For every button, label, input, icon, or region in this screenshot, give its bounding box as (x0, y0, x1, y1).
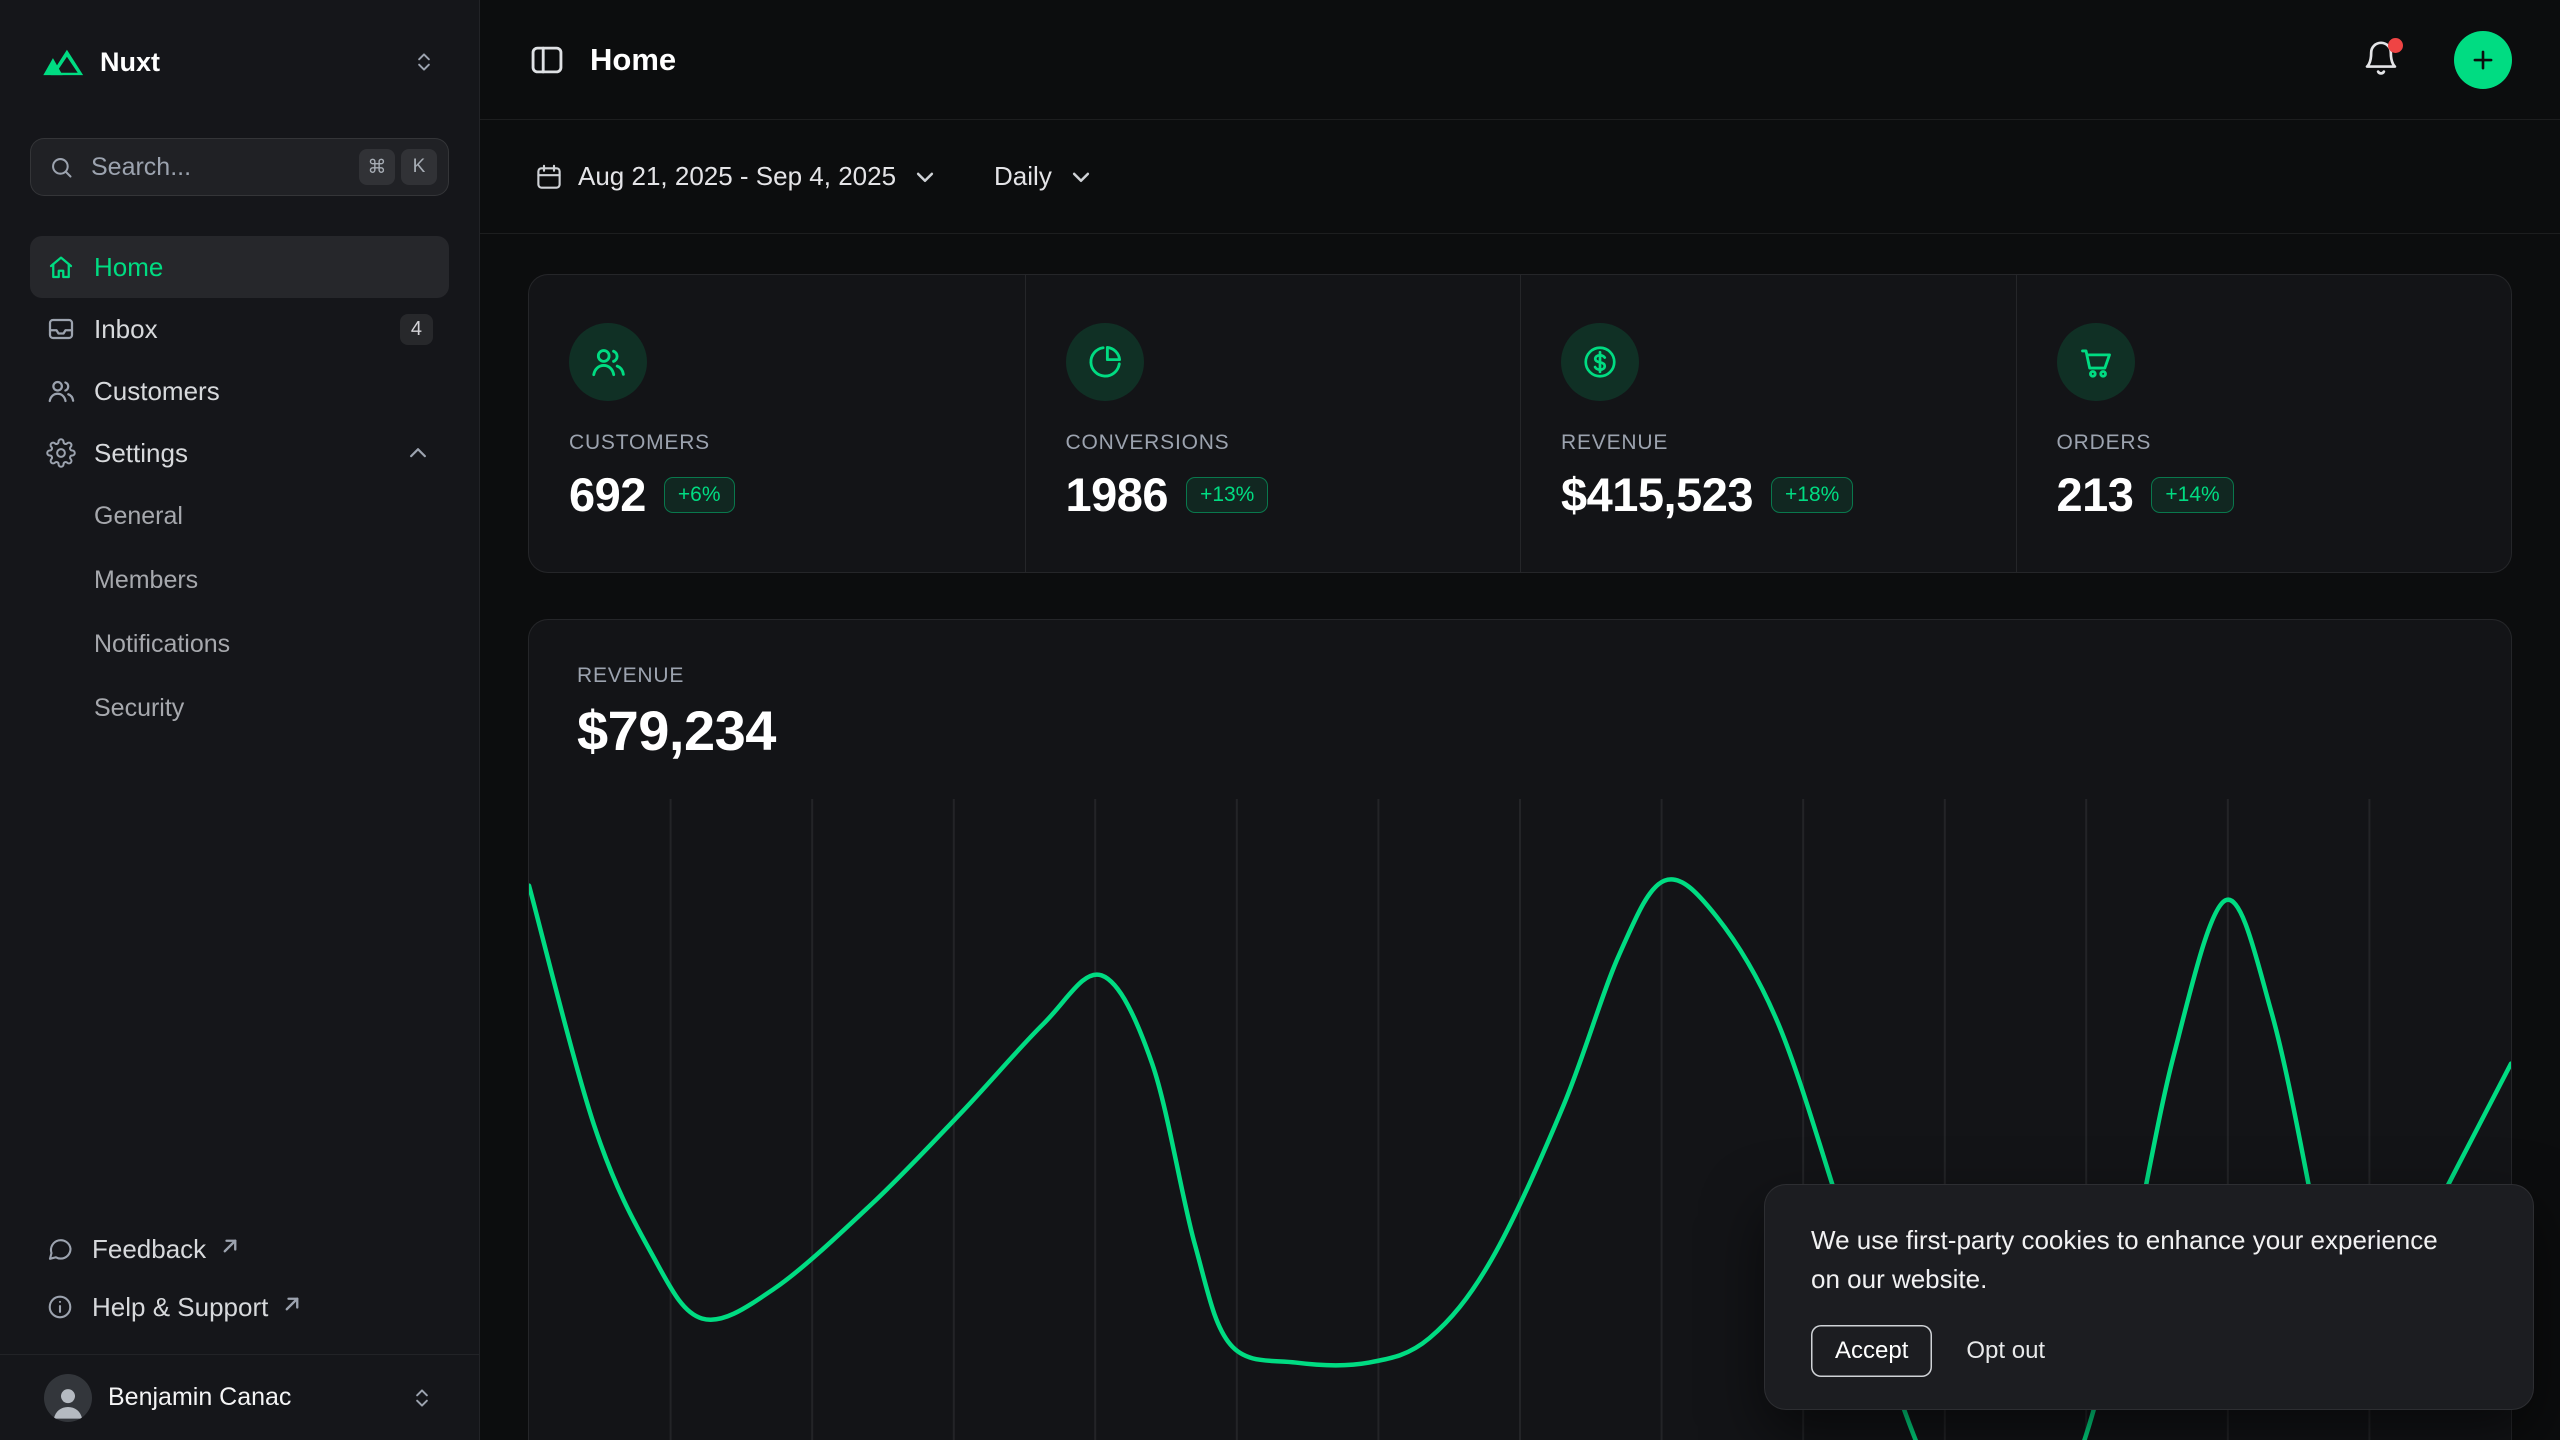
sidebar-item-members[interactable]: Members (30, 548, 449, 612)
stat-cell-conversions[interactable]: CONVERSIONS 1986 +13% (1025, 275, 1521, 572)
date-range-button[interactable]: Aug 21, 2025 - Sep 4, 2025 (520, 149, 954, 204)
calendar-icon (534, 162, 564, 192)
external-link-icon (216, 1232, 244, 1260)
sidebar-item-settings[interactable]: Settings (30, 422, 449, 484)
users-icon (46, 376, 76, 406)
sidebar-item-security[interactable]: Security (30, 676, 449, 740)
sidebar-item-customers[interactable]: Customers (30, 360, 449, 422)
stat-label: ORDERS (2057, 431, 2472, 455)
date-range-label: Aug 21, 2025 - Sep 4, 2025 (578, 161, 896, 192)
stat-value: $415,523 (1561, 467, 1753, 522)
search-placeholder: Search... (91, 153, 343, 182)
page-title: Home (590, 42, 2338, 78)
users-icon (569, 323, 647, 401)
chevron-up-icon (403, 438, 433, 468)
sidebar-item-general[interactable]: General (30, 484, 449, 548)
notifications-button[interactable] (2362, 39, 2404, 81)
chevron-down-icon (1066, 162, 1096, 192)
search-shortcut: ⌘ K (359, 149, 437, 185)
help-support-link[interactable]: Help & Support (30, 1278, 449, 1336)
stat-delta-badge: +6% (664, 477, 735, 513)
stat-value: 213 (2057, 467, 2134, 522)
stat-value: 692 (569, 467, 646, 522)
pie-chart-icon (1066, 323, 1144, 401)
user-menu[interactable]: Benjamin Canac (0, 1354, 479, 1440)
sidebar-item-home[interactable]: Home (30, 236, 449, 298)
search-input[interactable]: Search... ⌘ K (30, 138, 449, 196)
external-link-icon (278, 1290, 306, 1318)
sidebar-item-label: Home (94, 252, 163, 283)
chat-bubble-icon (46, 1235, 74, 1263)
avatar (44, 1374, 92, 1422)
info-circle-icon (46, 1293, 74, 1321)
opt-out-button[interactable]: Opt out (1962, 1325, 2049, 1377)
page-header: Home (480, 0, 2560, 120)
home-icon (46, 252, 76, 282)
sidebar-nav: Home Inbox 4 Customers Settings (30, 236, 449, 740)
sidebar-item-label: Customers (94, 376, 220, 407)
period-label: Daily (994, 161, 1052, 192)
inbox-count-badge: 4 (400, 314, 433, 345)
help-support-label: Help & Support (92, 1292, 268, 1323)
sidebar-footer: Feedback Help & Support (30, 1220, 449, 1354)
stat-label: CUSTOMERS (569, 431, 985, 455)
sidebar-item-inbox[interactable]: Inbox 4 (30, 298, 449, 360)
stat-cell-orders[interactable]: ORDERS 213 +14% (2016, 275, 2512, 572)
kbd-k-key: K (401, 149, 437, 185)
dollar-circle-icon (1561, 323, 1639, 401)
feedback-label: Feedback (92, 1234, 206, 1265)
add-button[interactable] (2454, 31, 2512, 89)
stat-value: 1986 (1066, 467, 1169, 522)
stat-delta-badge: +18% (1771, 477, 1853, 513)
settings-subnav: General Members Notifications Security (30, 484, 449, 740)
sidebar: Nuxt Search... ⌘ K Home (0, 0, 480, 1440)
stat-label: CONVERSIONS (1066, 431, 1481, 455)
sidebar-item-label: Settings (94, 438, 188, 469)
gear-icon (46, 438, 76, 468)
stats-card: CUSTOMERS 692 +6% CONVERSIONS 1986 +13% (528, 274, 2512, 573)
plus-icon (2468, 45, 2498, 75)
sidebar-item-notifications[interactable]: Notifications (30, 612, 449, 676)
kbd-meta-key: ⌘ (359, 149, 395, 185)
notification-dot (2388, 38, 2403, 53)
sidebar-toggle-button[interactable] (528, 41, 566, 79)
stat-delta-badge: +14% (2151, 477, 2233, 513)
period-select[interactable]: Daily (980, 149, 1110, 204)
sidebar-item-label: Inbox (94, 314, 158, 345)
chevrons-up-down-icon (411, 49, 437, 75)
user-name: Benjamin Canac (108, 1383, 393, 1412)
cookie-message: We use first-party cookies to enhance yo… (1811, 1221, 2441, 1299)
accept-button[interactable]: Accept (1811, 1325, 1932, 1377)
search-icon (48, 154, 75, 181)
feedback-link[interactable]: Feedback (30, 1220, 449, 1278)
inbox-icon (46, 314, 76, 344)
nuxt-logo-icon (42, 47, 84, 77)
chevron-down-icon (910, 162, 940, 192)
cart-icon (2057, 323, 2135, 401)
workspace-selector[interactable]: Nuxt (30, 30, 449, 94)
filters-toolbar: Aug 21, 2025 - Sep 4, 2025 Daily (480, 120, 2560, 234)
stat-cell-customers[interactable]: CUSTOMERS 692 +6% (529, 275, 1025, 572)
revenue-label: REVENUE (577, 664, 2463, 688)
cookie-banner: We use first-party cookies to enhance yo… (1764, 1184, 2534, 1410)
stat-label: REVENUE (1561, 431, 1976, 455)
stat-cell-revenue[interactable]: REVENUE $415,523 +18% (1520, 275, 2016, 572)
stat-delta-badge: +13% (1186, 477, 1268, 513)
chevrons-up-down-icon (409, 1385, 435, 1411)
workspace-name: Nuxt (100, 47, 395, 78)
revenue-value: $79,234 (577, 698, 2463, 763)
